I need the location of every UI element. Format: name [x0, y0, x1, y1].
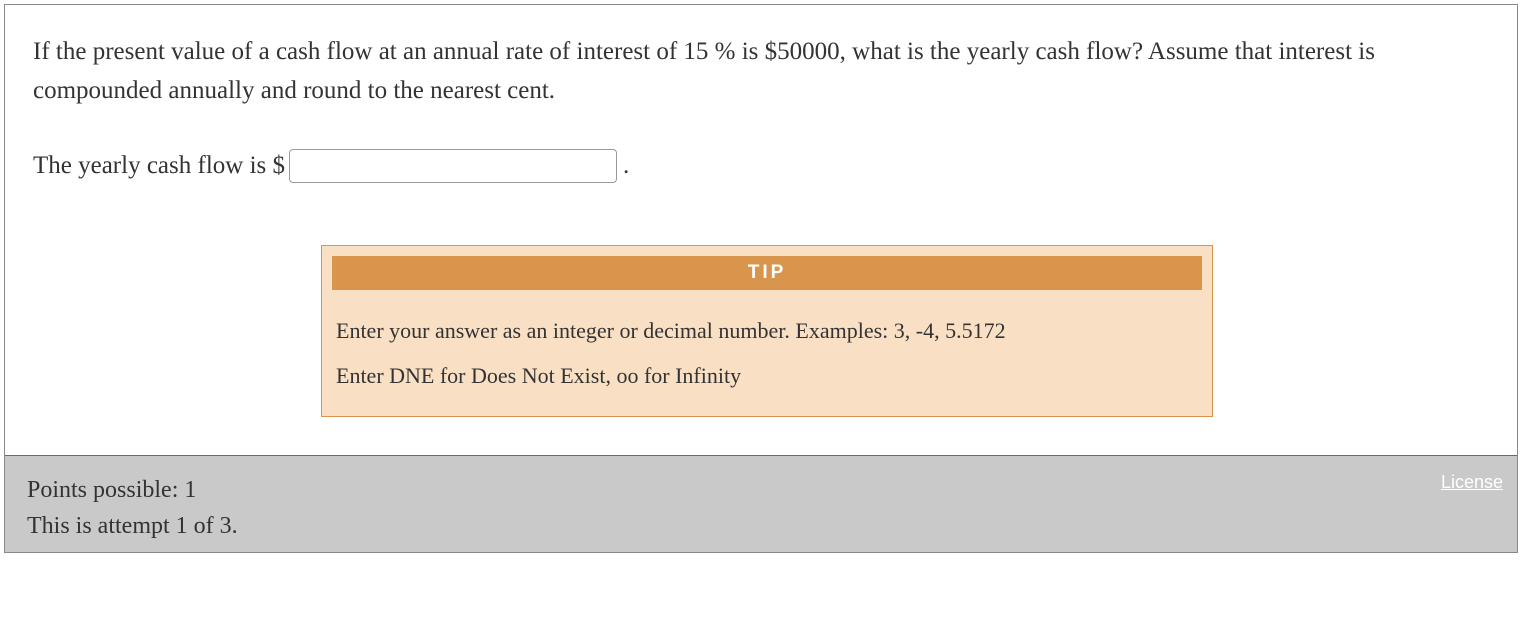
- points-possible: Points possible: 1: [27, 472, 1495, 508]
- answer-prefix: The yearly cash flow is $: [33, 152, 285, 180]
- license-link[interactable]: License: [1441, 472, 1503, 493]
- tip-box: TIP Enter your answer as an integer or d…: [321, 245, 1213, 418]
- attempt-info: This is attempt 1 of 3.: [27, 508, 1495, 544]
- answer-suffix: .: [623, 152, 629, 180]
- question-footer: Points possible: 1 This is attempt 1 of …: [5, 455, 1517, 552]
- tip-header: TIP: [332, 256, 1202, 290]
- question-container: If the present value of a cash flow at a…: [4, 4, 1518, 553]
- tip-line-2: Enter DNE for Does Not Exist, oo for Inf…: [332, 353, 1202, 398]
- question-prompt: If the present value of a cash flow at a…: [33, 33, 1489, 111]
- question-body: If the present value of a cash flow at a…: [5, 5, 1517, 455]
- tip-line-1: Enter your answer as an integer or decim…: [332, 308, 1202, 353]
- answer-row: The yearly cash flow is $ .: [33, 149, 1489, 183]
- answer-input[interactable]: [289, 149, 617, 183]
